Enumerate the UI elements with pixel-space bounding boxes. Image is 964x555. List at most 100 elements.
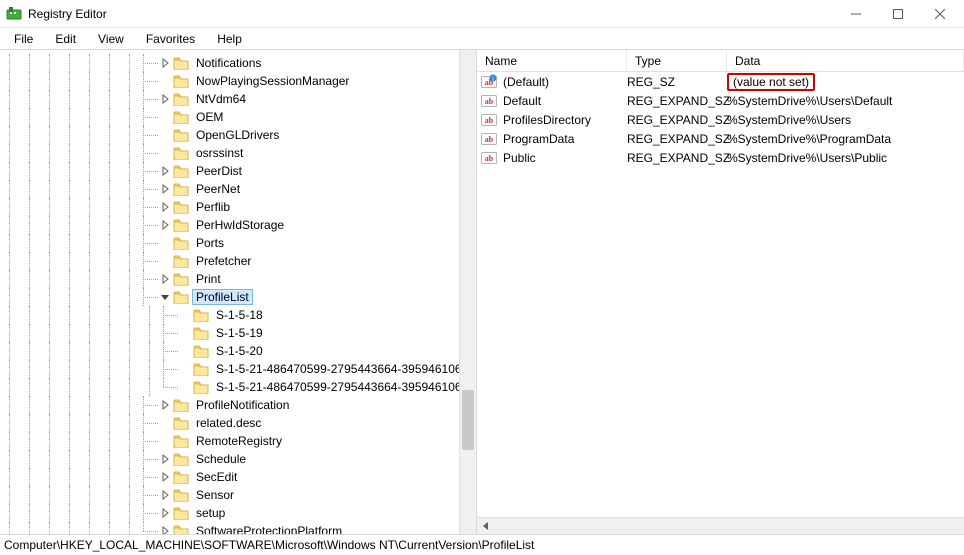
folder-icon: [173, 434, 189, 448]
value-data: %SystemDrive%\ProgramData: [727, 132, 964, 146]
tree-item[interactable]: Notifications: [0, 54, 476, 72]
tree-guide-line: [20, 126, 40, 144]
tree-guide-line: [20, 324, 40, 342]
expand-icon[interactable]: [158, 522, 172, 534]
expand-icon[interactable]: [158, 54, 172, 72]
tree-guide-line: [120, 504, 140, 522]
expand-icon[interactable]: [158, 504, 172, 522]
expand-icon[interactable]: [158, 396, 172, 414]
column-header-type[interactable]: Type: [627, 50, 727, 71]
tree-item[interactable]: S-1-5-19: [0, 324, 476, 342]
expand-icon[interactable]: [158, 270, 172, 288]
tree-guide-line: [40, 198, 60, 216]
collapse-icon[interactable]: [158, 288, 172, 306]
expander-placeholder: [178, 360, 192, 378]
values-horizontal-scrollbar[interactable]: [477, 517, 964, 534]
values-list[interactable]: abi(Default)REG_SZ(value not set)abDefau…: [477, 72, 964, 167]
tree-guide-line: [120, 468, 140, 486]
menu-help[interactable]: Help: [207, 30, 252, 48]
column-header-name[interactable]: Name: [477, 50, 627, 71]
menu-view[interactable]: View: [88, 30, 134, 48]
svg-text:i: i: [492, 76, 493, 82]
tree-vertical-scrollbar[interactable]: [459, 50, 476, 534]
menu-edit[interactable]: Edit: [45, 30, 86, 48]
tree-item[interactable]: osrssinst: [0, 144, 476, 162]
expand-icon[interactable]: [158, 216, 172, 234]
expand-icon[interactable]: [158, 468, 172, 486]
expand-icon[interactable]: [158, 180, 172, 198]
expand-icon[interactable]: [158, 198, 172, 216]
menu-file[interactable]: File: [4, 30, 43, 48]
tree-item[interactable]: SecEdit: [0, 468, 476, 486]
tree-item[interactable]: NowPlayingSessionManager: [0, 72, 476, 90]
expander-placeholder: [178, 342, 192, 360]
value-type: REG_EXPAND_SZ: [627, 113, 727, 127]
tree-guide-line: [20, 504, 40, 522]
tree-guide-line: [80, 288, 100, 306]
tree-item[interactable]: PeerDist: [0, 162, 476, 180]
tree-item[interactable]: S-1-5-18: [0, 306, 476, 324]
folder-icon: [193, 362, 209, 376]
tree-item[interactable]: ProfileNotification: [0, 396, 476, 414]
tree-item[interactable]: Sensor: [0, 486, 476, 504]
tree-item[interactable]: PerHwIdStorage: [0, 216, 476, 234]
value-row[interactable]: abProfilesDirectoryREG_EXPAND_SZ%SystemD…: [477, 110, 964, 129]
window-close-button[interactable]: [928, 4, 952, 24]
tree-item[interactable]: OEM: [0, 108, 476, 126]
tree-item[interactable]: S-1-5-21-486470599-2795443664-3959461068…: [0, 360, 476, 378]
tree-guide-line: [60, 270, 80, 288]
tree-guide-line: [0, 450, 20, 468]
expander-placeholder: [178, 324, 192, 342]
value-row[interactable]: abPublicREG_EXPAND_SZ%SystemDrive%\Users…: [477, 148, 964, 167]
tree-item[interactable]: NtVdm64: [0, 90, 476, 108]
window-minimize-button[interactable]: [844, 4, 868, 24]
registry-tree[interactable]: Notifications NowPlayingSessionManagerNtV…: [0, 50, 476, 534]
tree-guide-line: [60, 234, 80, 252]
tree-item[interactable]: Schedule: [0, 450, 476, 468]
folder-icon: [193, 344, 209, 358]
tree-guide-line: [120, 486, 140, 504]
tree-guide-line: [80, 270, 100, 288]
tree-connector: [140, 450, 158, 468]
tree-guide-line: [0, 396, 20, 414]
tree-item[interactable]: PeerNet: [0, 180, 476, 198]
tree-guide-line: [20, 414, 40, 432]
tree-item[interactable]: ProfileList: [0, 288, 476, 306]
tree-item[interactable]: Prefetcher: [0, 252, 476, 270]
tree-item[interactable]: SoftwareProtectionPlatform: [0, 522, 476, 534]
tree-item[interactable]: setup: [0, 504, 476, 522]
scroll-left-arrow-icon[interactable]: [477, 518, 494, 534]
tree-item[interactable]: Ports: [0, 234, 476, 252]
tree-item[interactable]: Perflib: [0, 198, 476, 216]
column-header-data[interactable]: Data: [727, 50, 964, 71]
tree-connector: [140, 54, 158, 72]
tree-item[interactable]: S-1-5-21-486470599-2795443664-3959461068…: [0, 378, 476, 396]
expand-icon[interactable]: [158, 90, 172, 108]
tree-item[interactable]: RemoteRegistry: [0, 432, 476, 450]
tree-item[interactable]: Print: [0, 270, 476, 288]
tree-item[interactable]: related.desc: [0, 414, 476, 432]
menu-favorites[interactable]: Favorites: [136, 30, 205, 48]
scrollbar-thumb[interactable]: [462, 390, 474, 450]
folder-icon: [173, 74, 189, 88]
value-row[interactable]: abi(Default)REG_SZ(value not set): [477, 72, 964, 91]
tree-guide-line: [60, 216, 80, 234]
tree-guide-line: [40, 90, 60, 108]
tree-item-label: Print: [193, 272, 224, 286]
expander-placeholder: [158, 252, 172, 270]
value-row[interactable]: abProgramDataREG_EXPAND_SZ%SystemDrive%\…: [477, 129, 964, 148]
tree-guide-line: [120, 414, 140, 432]
tree-item-label: Notifications: [193, 56, 264, 70]
tree-guide-line: [20, 252, 40, 270]
expand-icon[interactable]: [158, 486, 172, 504]
value-row[interactable]: abDefaultREG_EXPAND_SZ%SystemDrive%\User…: [477, 91, 964, 110]
tree-guide-line: [120, 216, 140, 234]
tree-item[interactable]: OpenGLDrivers: [0, 126, 476, 144]
expand-icon[interactable]: [158, 162, 172, 180]
window-maximize-button[interactable]: [886, 4, 910, 24]
expand-icon[interactable]: [158, 450, 172, 468]
tree-item[interactable]: S-1-5-20: [0, 342, 476, 360]
highlighted-value: (value not set): [727, 73, 815, 91]
tree-guide-line: [20, 468, 40, 486]
tree-connector: [140, 90, 158, 108]
